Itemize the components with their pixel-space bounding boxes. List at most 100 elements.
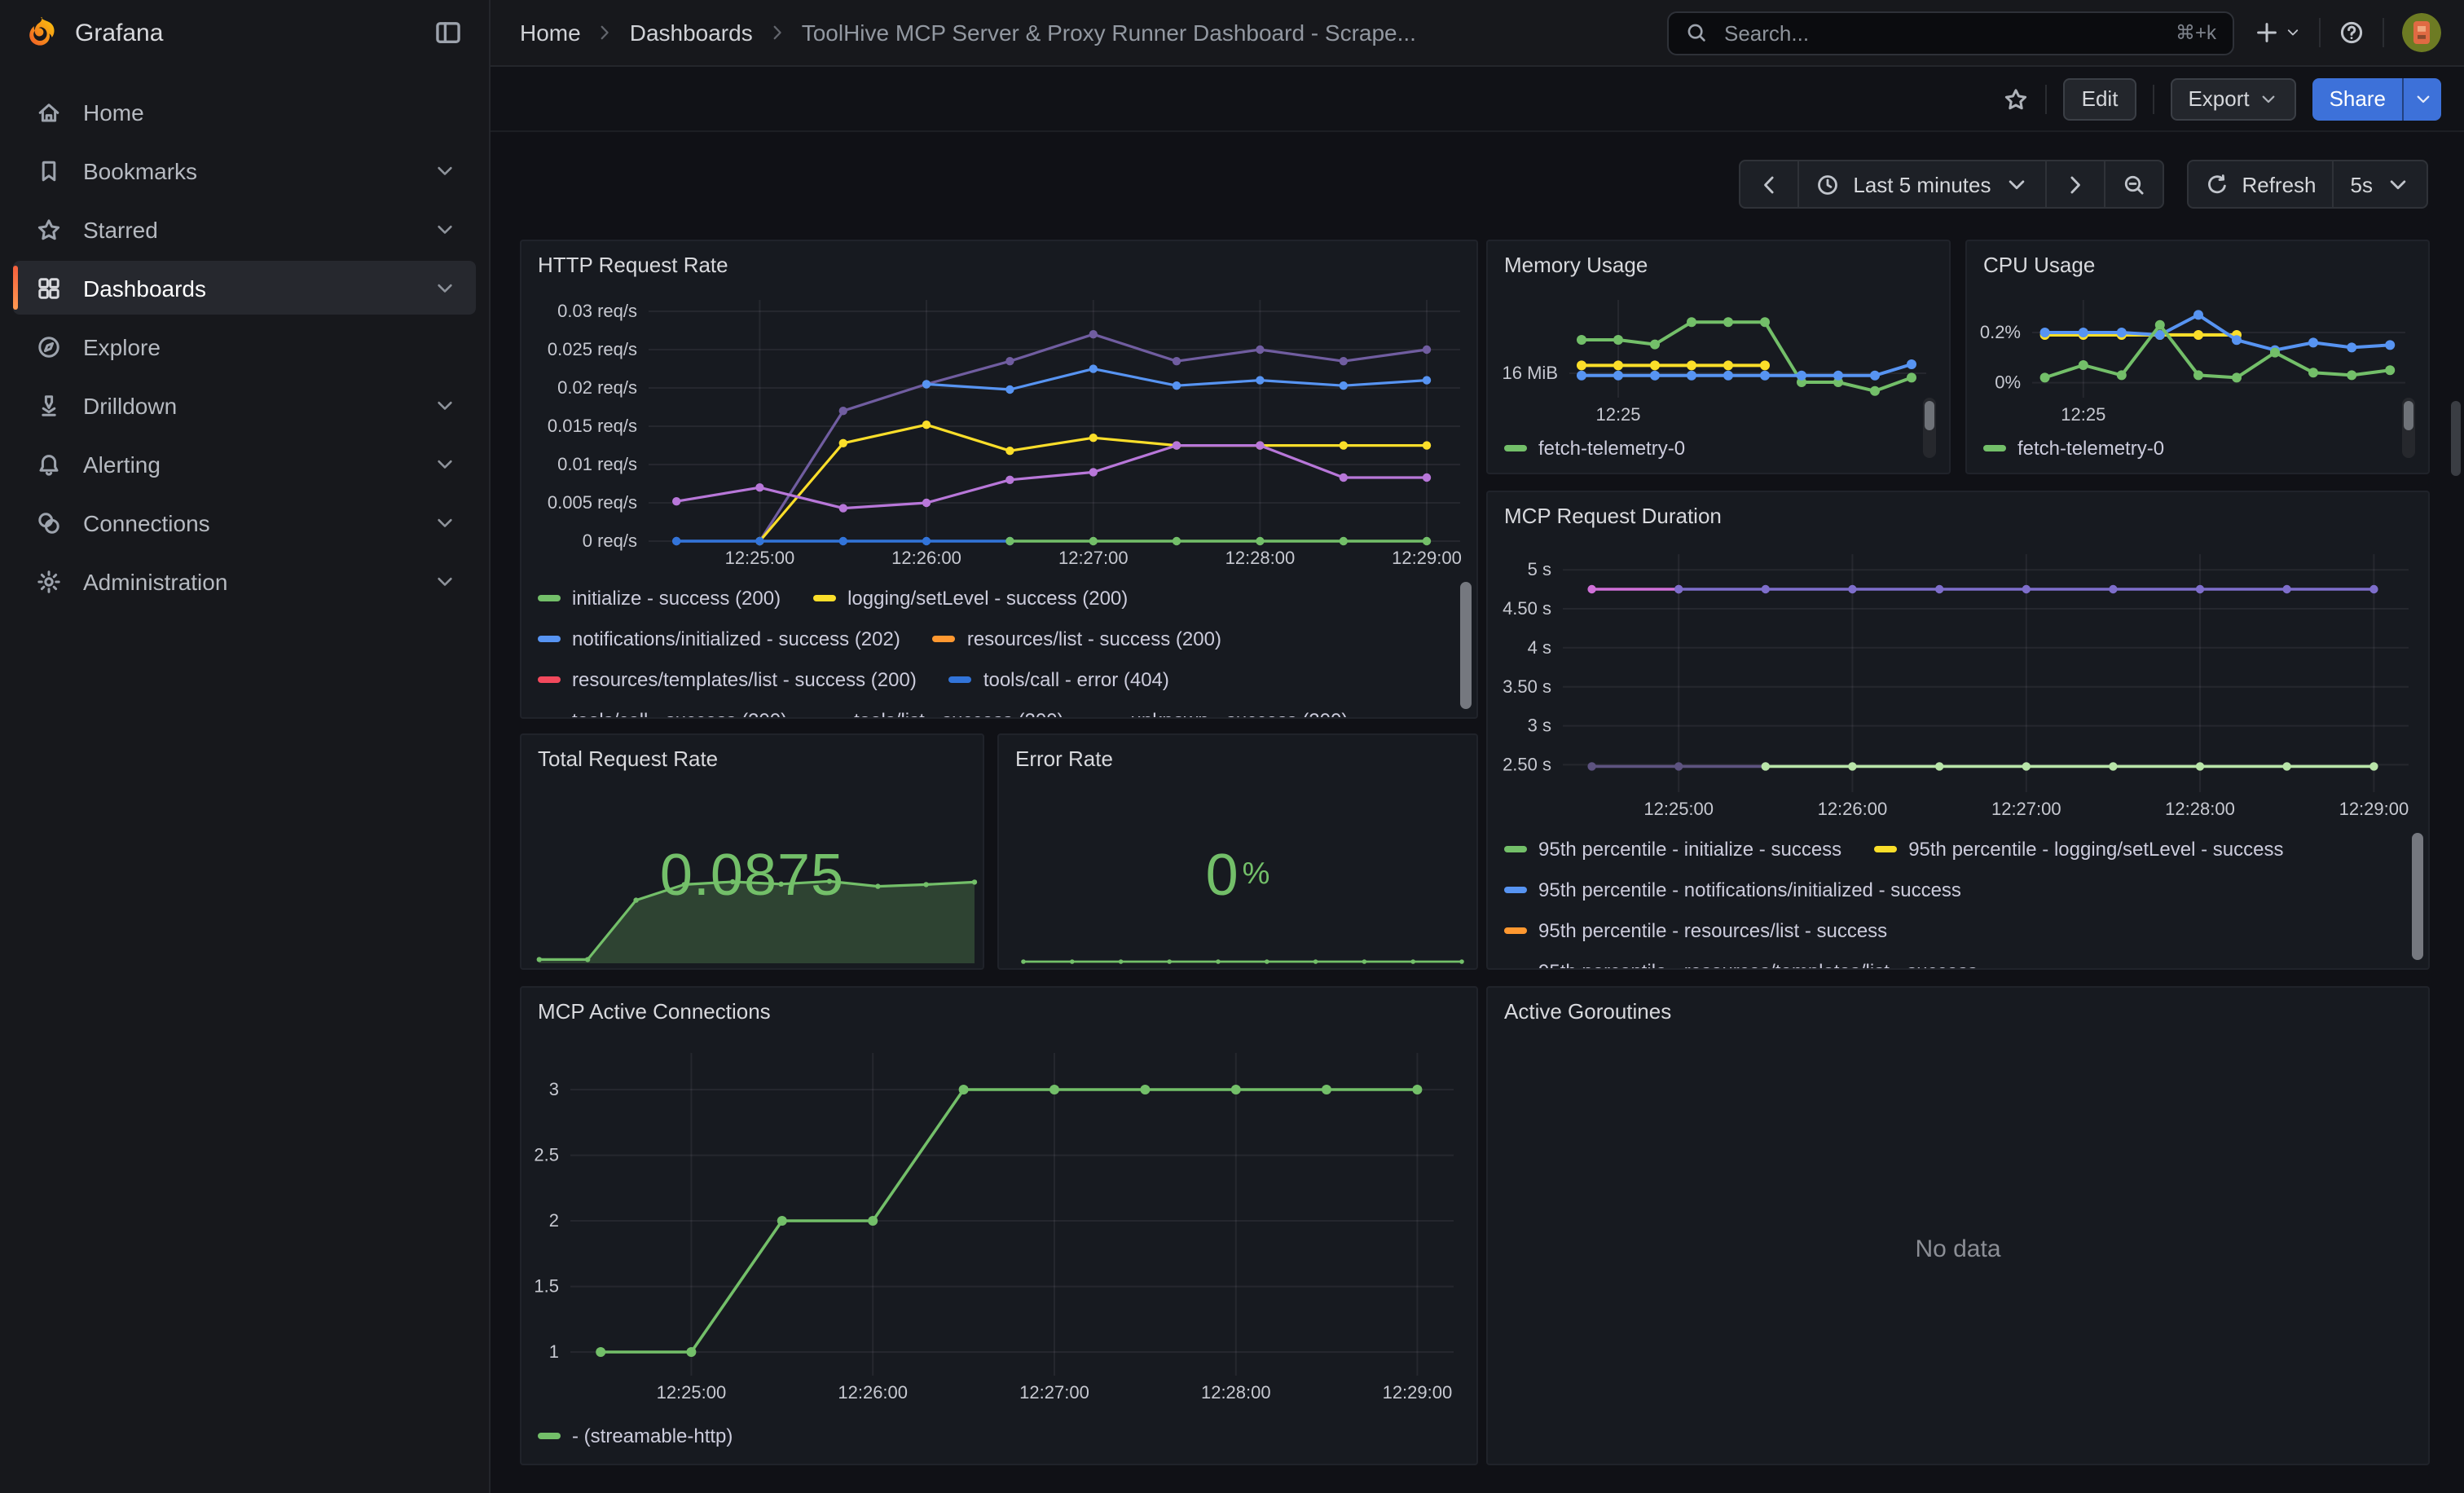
mcp-request-duration-chart[interactable]: 5 s4.50 s4 s3.50 s3 s2.50 s12:25:0012:26… [1488, 538, 2428, 828]
legend-item[interactable]: resources/templates/list - success (200) [538, 667, 917, 690]
svg-text:3 s: 3 s [1528, 716, 1551, 736]
legend-item[interactable]: 95th percentile - initialize - success [1504, 837, 1841, 860]
legend-item[interactable]: 95th percentile - resources/list - succe… [1504, 918, 1887, 941]
legend-item[interactable]: 95th percentile - logging/setLevel - suc… [1874, 837, 2283, 860]
svg-text:0.03 req/s: 0.03 req/s [557, 301, 637, 321]
connections-legend: - (streamable-http) [521, 1415, 1476, 1464]
chevron-down-icon[interactable] [433, 570, 456, 592]
chevron-down-icon[interactable] [433, 159, 456, 182]
legend-item[interactable]: notifications/initialized - success (202… [538, 627, 900, 650]
time-forward-button[interactable] [2044, 160, 2105, 209]
sidebar-item-dashboards[interactable]: Dashboards [13, 261, 476, 315]
legend-scrollbar[interactable] [2412, 833, 2423, 960]
avatar[interactable] [2402, 13, 2441, 52]
star-dashboard-button[interactable] [2004, 86, 2030, 112]
sidebar-item-label: Drilldown [83, 392, 412, 418]
legend-item[interactable]: logging/setLevel - success (200) [813, 586, 1128, 609]
clock-icon [1815, 172, 1840, 196]
zoom-out-button[interactable] [2103, 160, 2163, 209]
sidebar-item-alerting[interactable]: Alerting [13, 437, 476, 491]
legend-item[interactable]: tools/call - success (200) [538, 708, 787, 717]
panel-title: Active Goroutines [1504, 998, 1671, 1023]
legend-swatch [1874, 845, 1897, 852]
dashboard-grid: HTTP Request Rate 0 req/s0.005 req/s0.01… [520, 240, 2430, 1465]
add-menu-button[interactable] [2254, 20, 2301, 46]
sidebar-item-starred[interactable]: Starred [13, 202, 476, 256]
chevron-down-icon[interactable] [433, 276, 456, 299]
chevron-down-icon[interactable] [433, 452, 456, 475]
legend-item[interactable]: 95th percentile - resources/templates/li… [1504, 959, 1978, 968]
svg-text:2.50 s: 2.50 s [1503, 754, 1551, 774]
breadcrumb: Home Dashboards ToolHive MCP Server & Pr… [520, 20, 1416, 46]
legend-item[interactable]: fetch-telemetry-0 [1504, 436, 1685, 459]
edit-button[interactable]: Edit [2064, 77, 2136, 120]
chevron-down-icon[interactable] [433, 394, 456, 416]
sidebar-item-drilldown[interactable]: Drilldown [13, 378, 476, 432]
legend-item[interactable]: initialize - success (200) [538, 586, 781, 609]
sidebar-item-bookmarks[interactable]: Bookmarks [13, 143, 476, 197]
http-request-rate-chart[interactable]: 0 req/s0.005 req/s0.01 req/s0.015 req/s0… [521, 287, 1476, 577]
legend-item[interactable]: fetch-telemetry-0 [1983, 436, 2164, 459]
refresh-interval-picker[interactable]: 5s [2333, 160, 2428, 209]
legend-item[interactable]: tools/call - error (404) [949, 667, 1169, 690]
question-circle-icon [2339, 20, 2365, 46]
legend-item[interactable]: 95th percentile - notifications/initiali… [1504, 878, 1961, 901]
legend-scrollbar[interactable] [2402, 398, 2415, 458]
svg-text:12:25: 12:25 [2061, 404, 2105, 425]
duration-legend: 95th percentile - initialize - success 95… [1488, 828, 2428, 968]
page-scrollbar[interactable] [2451, 401, 2461, 476]
legend-row: fetch-telemetry-0 [1983, 427, 2428, 468]
chevron-down-icon[interactable] [433, 511, 456, 534]
time-back-button[interactable] [1739, 160, 1799, 209]
search-input[interactable] [1721, 19, 2163, 46]
search-icon [1685, 21, 1708, 44]
svg-text:0%: 0% [1995, 372, 2021, 393]
time-controls: Last 5 minutes Refresh [1739, 160, 2428, 209]
legend-swatch [1504, 444, 1527, 451]
legend-item[interactable]: resources/list - success (200) [933, 627, 1221, 650]
svg-text:12:26:00: 12:26:00 [838, 1382, 908, 1403]
sidebar-item-connections[interactable]: Connections [13, 495, 476, 549]
share-button[interactable]: Share [2313, 77, 2402, 120]
refresh-button[interactable]: Refresh [2186, 160, 2334, 209]
svg-text:12:27:00: 12:27:00 [1991, 799, 2061, 819]
sidebar-item-home[interactable]: Home [13, 85, 476, 139]
legend-item[interactable]: unknown - success (200) [1097, 708, 1349, 717]
legend-item[interactable]: - (streamable-http) [538, 1424, 733, 1447]
legend-item[interactable]: tools/list - success (200) [820, 708, 1063, 717]
plug-icon [36, 509, 62, 535]
export-button[interactable]: Export [2170, 77, 2296, 120]
search-box[interactable]: ⌘+k [1667, 11, 2234, 55]
breadcrumb-dashboards[interactable]: Dashboards [630, 20, 753, 46]
breadcrumb-home[interactable]: Home [520, 20, 581, 46]
divider [2383, 18, 2384, 47]
chevron-down-icon [2285, 24, 2301, 41]
breadcrumb-separator-icon [768, 23, 787, 42]
svg-text:0.015 req/s: 0.015 req/s [548, 416, 637, 436]
svg-text:12:28:00: 12:28:00 [2165, 799, 2235, 819]
legend-scrollbar[interactable] [1460, 582, 1472, 709]
svg-text:0 req/s: 0 req/s [583, 531, 637, 551]
sidebar-item-label: Home [83, 99, 456, 125]
sidebar-item-explore[interactable]: Explore [13, 319, 476, 373]
chevron-down-icon [2004, 172, 2028, 196]
drilldown-icon [36, 392, 62, 418]
legend-scrollbar[interactable] [1923, 398, 1936, 458]
panel-memory-usage: Memory Usage 16 MiB12:25 fetch-telemetry… [1486, 240, 1951, 474]
cpu-usage-chart[interactable]: 0.2%0%12:25 [1967, 287, 2428, 427]
time-range-picker[interactable]: Last 5 minutes [1797, 160, 2046, 209]
svg-text:12:26:00: 12:26:00 [891, 548, 961, 568]
memory-usage-chart[interactable]: 16 MiB12:25 [1488, 287, 1949, 427]
sidebar-item-label: Starred [83, 216, 412, 242]
sidebar-item-administration[interactable]: Administration [13, 554, 476, 608]
svg-text:16 MiB: 16 MiB [1503, 363, 1558, 383]
mcp-active-connections-chart[interactable]: 32.521.5112:25:0012:26:0012:27:0012:28:0… [521, 1033, 1476, 1415]
active-indicator [13, 266, 18, 310]
svg-text:3.50 s: 3.50 s [1503, 676, 1551, 697]
breadcrumb-separator-icon [596, 23, 615, 42]
share-menu-button[interactable] [2402, 77, 2441, 120]
legend-swatch [538, 1432, 561, 1438]
help-button[interactable] [2339, 20, 2365, 46]
sidebar-toggle-icon[interactable] [433, 18, 463, 47]
chevron-down-icon[interactable] [433, 218, 456, 240]
